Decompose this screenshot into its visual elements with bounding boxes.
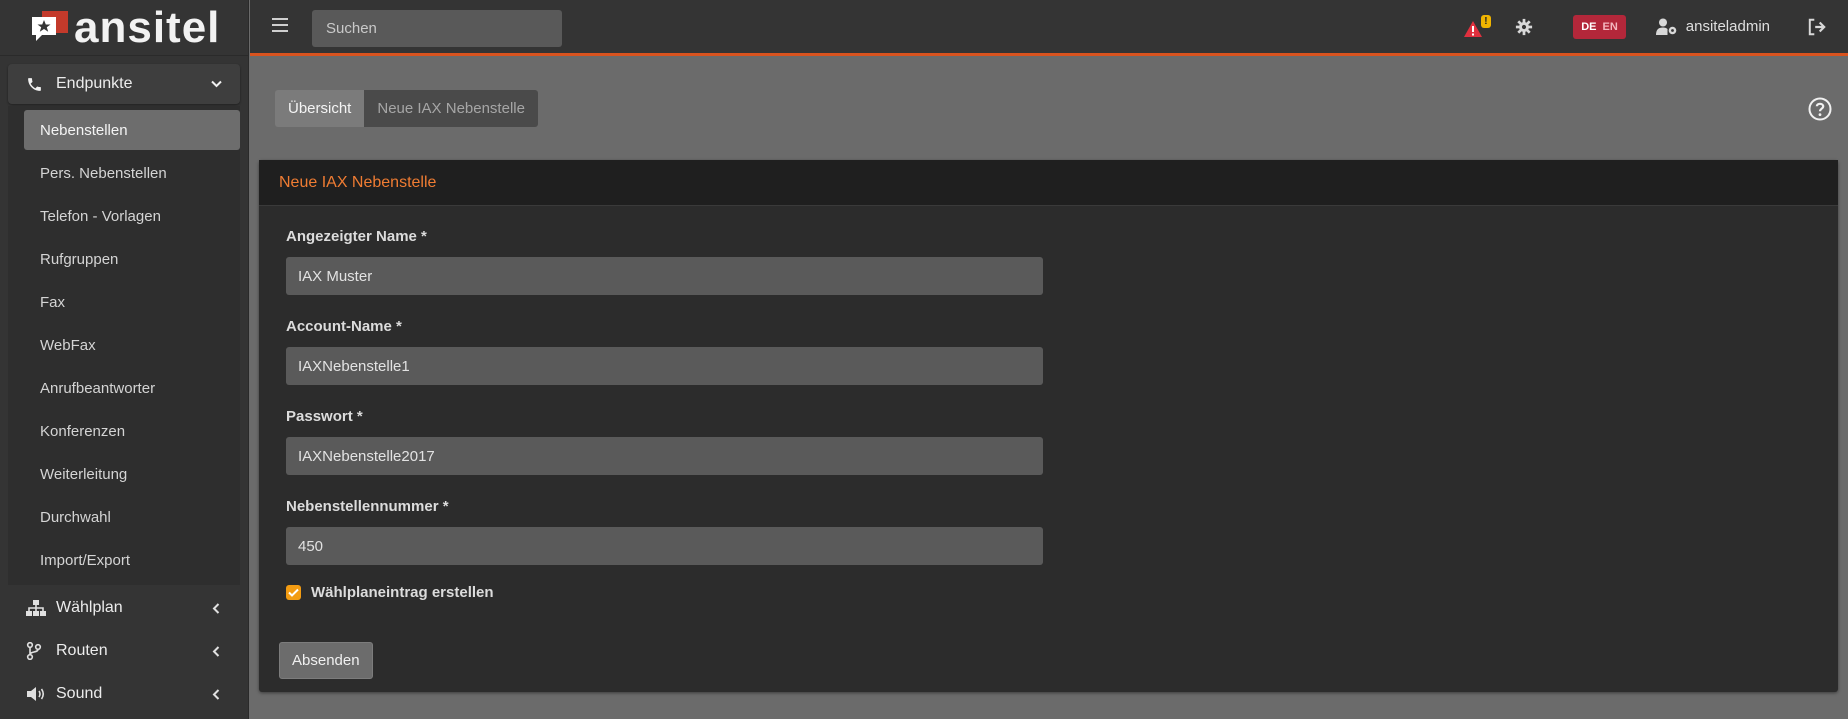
sidebar-item-rufgruppen[interactable]: Rufgruppen — [24, 239, 240, 279]
warning-icon — [1464, 20, 1483, 37]
field-account-name: Account-Name * — [286, 318, 1811, 385]
gear-icon[interactable] — [1515, 18, 1533, 36]
volume-icon — [26, 686, 46, 702]
chevron-left-icon — [210, 688, 222, 700]
brand-name: ansitel — [74, 2, 221, 52]
submit-button[interactable]: Absenden — [279, 642, 373, 679]
account-name-input[interactable] — [286, 347, 1043, 385]
sidebar-submenu-endpunkte: Nebenstellen Pers. Nebenstellen Telefon … — [8, 106, 240, 585]
form-card: Neue IAX Nebenstelle Angezeigter Name * … — [259, 160, 1838, 692]
sitemap-icon — [26, 599, 46, 617]
tab-uebersicht[interactable]: Übersicht — [275, 90, 365, 127]
sidebar-item-nebenstellen[interactable]: Nebenstellen — [24, 110, 240, 150]
chevron-left-icon — [210, 645, 222, 657]
dialplan-entry-checkbox[interactable] — [286, 585, 301, 600]
page-tabs: Übersicht Neue IAX Nebenstelle — [275, 90, 538, 127]
sidebar-group-waehlplan[interactable]: Wählplan — [8, 588, 240, 628]
form-card-title: Neue IAX Nebenstelle — [259, 160, 1838, 206]
field-label: Account-Name * — [286, 318, 402, 335]
sidebar-item-pers-nebenstellen[interactable]: Pers. Nebenstellen — [24, 153, 240, 193]
chevron-left-icon — [210, 602, 222, 614]
user-menu[interactable]: ansiteladmin — [1655, 18, 1770, 35]
user-cog-icon — [1655, 18, 1677, 35]
help-icon[interactable] — [1808, 97, 1832, 121]
search-input[interactable] — [312, 10, 562, 47]
topbar-actions: ! DE EN ansiteladmin — [1463, 0, 1848, 53]
lang-de-button[interactable]: DE — [1578, 21, 1599, 33]
sidebar-nav: Endpunkte Nebenstellen Pers. Nebenstelle… — [0, 56, 248, 714]
dialplan-entry-label[interactable]: Wählplaneintrag erstellen — [311, 584, 494, 601]
sidebar-item-telefon-vorlagen[interactable]: Telefon - Vorlagen — [24, 196, 240, 236]
sidebar-item-fax[interactable]: Fax — [24, 282, 240, 322]
hamburger-menu-icon[interactable] — [272, 18, 288, 32]
form-body: Angezeigter Name * Account-Name * Passwo… — [259, 206, 1838, 601]
field-label: Passwort * — [286, 408, 363, 425]
sidebar-item-weiterleitung[interactable]: Weiterleitung — [24, 454, 240, 494]
sidebar-group-endpunkte[interactable]: Endpunkte — [8, 64, 240, 104]
brand[interactable]: ansitel — [0, 0, 248, 56]
field-display-name: Angezeigter Name * — [286, 228, 1811, 295]
field-extension-number: Nebenstellennummer * — [286, 498, 1811, 565]
language-switch: DE EN — [1573, 14, 1626, 39]
sidebar-item-durchwahl[interactable]: Durchwahl — [24, 497, 240, 537]
field-label: Nebenstellennummer * — [286, 498, 449, 515]
username: ansiteladmin — [1685, 18, 1770, 35]
sidebar-group-sound[interactable]: Sound — [8, 674, 240, 714]
logout-icon[interactable] — [1808, 18, 1826, 36]
sidebar-item-anrufbeantworter[interactable]: Anrufbeantworter — [24, 368, 240, 408]
field-password: Passwort * — [286, 408, 1811, 475]
lang-en-button[interactable]: EN — [1600, 21, 1621, 33]
topbar: ! DE EN ansitel — [250, 0, 1848, 56]
sidebar-group-label: Endpunkte — [56, 75, 133, 92]
code-branch-icon — [26, 642, 46, 660]
sidebar: ansitel Endpunkte Nebenstellen Pers. Neb… — [0, 0, 249, 719]
sidebar-group-label: Wählplan — [56, 599, 123, 616]
chevron-down-icon — [210, 80, 222, 88]
check-icon — [288, 588, 299, 597]
sidebar-group-routen[interactable]: Routen — [8, 631, 240, 671]
sidebar-item-webfax[interactable]: WebFax — [24, 325, 240, 365]
alert-count-badge: ! — [1481, 14, 1491, 28]
dialplan-entry-row: Wählplaneintrag erstellen — [286, 584, 1811, 601]
extension-number-input[interactable] — [286, 527, 1043, 565]
sidebar-item-konferenzen[interactable]: Konferenzen — [24, 411, 240, 451]
logo-icon — [32, 10, 68, 41]
display-name-input[interactable] — [286, 257, 1043, 295]
tab-neue-iax-nebenstelle[interactable]: Neue IAX Nebenstelle — [364, 90, 538, 127]
password-input[interactable] — [286, 437, 1043, 475]
sidebar-group-label: Routen — [56, 642, 108, 659]
alerts-button[interactable]: ! — [1463, 14, 1493, 39]
sidebar-item-import-export[interactable]: Import/Export — [24, 540, 240, 580]
field-label: Angezeigter Name * — [286, 228, 427, 245]
phone-icon — [26, 76, 46, 93]
sidebar-group-label: Sound — [56, 685, 103, 702]
